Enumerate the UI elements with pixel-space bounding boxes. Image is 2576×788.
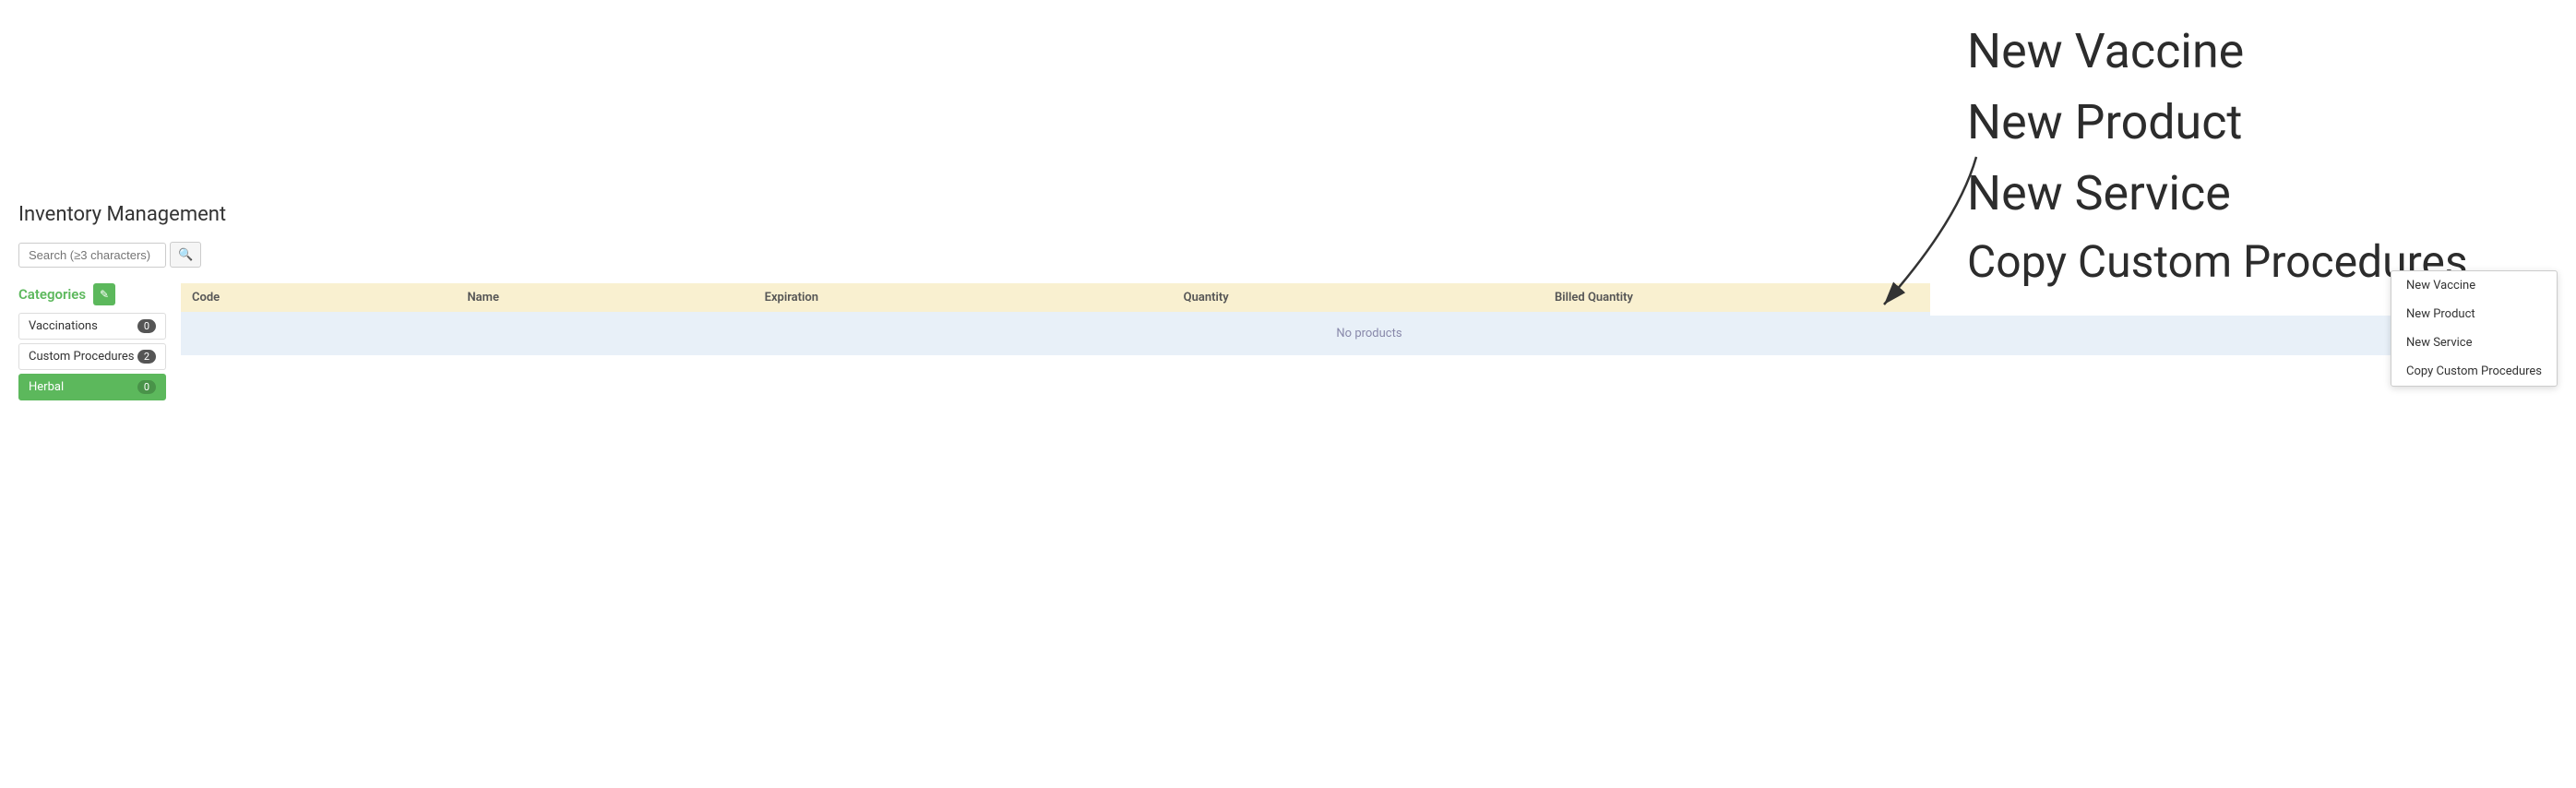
annotation-arrow [1810, 148, 1995, 258]
dropdown-new-vaccine[interactable]: New Vaccine [2391, 271, 2557, 300]
col-quantity: Quantity [1173, 283, 1544, 312]
sidebar-item-herbal[interactable]: Herbal 0 [18, 374, 166, 400]
sidebar-item-custom-procedures[interactable]: Custom Procedures 2 [18, 343, 166, 370]
dropdown-menu: New Vaccine New Product New Service Copy… [2391, 270, 2558, 387]
col-name: Name [456, 283, 753, 312]
search-input[interactable] [18, 243, 166, 268]
large-new-product-item[interactable]: New Product [1967, 90, 2539, 157]
dropdown-copy-custom[interactable]: Copy Custom Procedures [2391, 357, 2557, 386]
col-expiration: Expiration [754, 283, 1173, 312]
edit-categories-button[interactable]: ✎ [93, 283, 115, 305]
category-badge: 0 [137, 319, 156, 333]
category-badge: 0 [137, 380, 156, 394]
large-menu-overlay: New Vaccine New Product New Service Copy… [1930, 0, 2576, 316]
large-new-vaccine-item[interactable]: New Vaccine [1967, 18, 2539, 86]
col-code: Code [181, 283, 456, 312]
no-products-message: No products [181, 312, 2558, 355]
dropdown-new-product[interactable]: New Product [2391, 300, 2557, 328]
categories-header: Categories ✎ [18, 283, 166, 305]
search-container: 🔍 [18, 242, 201, 268]
category-label: Custom Procedures [29, 350, 134, 364]
category-label: Vaccinations [29, 319, 98, 333]
categories-title: Categories [18, 286, 86, 303]
category-label: Herbal [29, 380, 64, 394]
dropdown-new-service[interactable]: New Service [2391, 328, 2557, 357]
table-row: No products [181, 312, 2558, 355]
large-new-service-item[interactable]: New Service [1967, 161, 2539, 228]
search-button[interactable]: 🔍 [170, 242, 201, 268]
sidebar-item-vaccinations[interactable]: Vaccinations 0 [18, 313, 166, 340]
pencil-icon: ✎ [100, 288, 109, 301]
category-badge: 2 [137, 350, 156, 364]
search-icon: 🔍 [178, 247, 193, 261]
sidebar: Categories ✎ Vaccinations 0 Custom Proce… [18, 283, 166, 404]
